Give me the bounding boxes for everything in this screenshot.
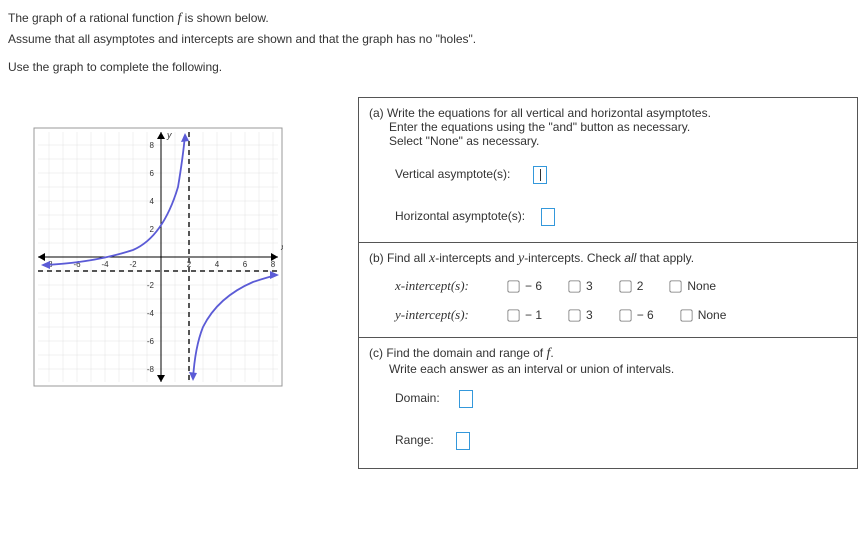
svg-text:6: 6 (243, 260, 248, 269)
y-opt-2-checkbox[interactable] (619, 309, 631, 321)
x-opt-2[interactable]: 2 (615, 277, 644, 296)
y-opt-2[interactable]: − 6 (615, 306, 654, 325)
function-graph: x y -8-6-4-2 2468 8642 -2-4-6-8 (33, 127, 283, 387)
svg-text:4: 4 (150, 197, 155, 206)
vertical-asymptote-label: Vertical asymptote(s): (395, 167, 510, 181)
x-opt-0[interactable]: − 6 (503, 277, 542, 296)
svg-text:6: 6 (150, 169, 155, 178)
graph-panel: x y -8-6-4-2 2468 8642 -2-4-6-8 (8, 97, 308, 387)
domain-label: Domain: (395, 391, 440, 405)
x-intercept-label: x-intercept(s): (395, 278, 503, 294)
domain-input[interactable] (459, 390, 473, 408)
part-a-sub1: Enter the equations using the "and" butt… (369, 120, 847, 134)
svg-text:x: x (280, 242, 283, 252)
y-intercept-row: y-intercept(s): − 1 3 − 6 None (369, 296, 847, 329)
intro-line1-pre: The graph of a rational function (8, 11, 177, 25)
part-c-heading: (c) Find the domain and range of f. (369, 346, 847, 362)
y-intercept-label: y-intercept(s): (395, 307, 503, 323)
intro-line2: Assume that all asymptotes and intercept… (8, 30, 858, 49)
svg-text:2: 2 (150, 225, 155, 234)
svg-text:-8: -8 (147, 365, 155, 374)
svg-text:-2: -2 (129, 260, 137, 269)
range-label: Range: (395, 433, 434, 447)
svg-text:-4: -4 (147, 309, 155, 318)
x-opt-1[interactable]: 3 (564, 277, 593, 296)
y-opt-3[interactable]: None (676, 306, 727, 325)
part-a-heading: (a) Write the equations for all vertical… (369, 106, 847, 120)
y-opt-1[interactable]: 3 (564, 306, 593, 325)
x-opt-0-checkbox[interactable] (507, 280, 519, 292)
svg-text:y: y (166, 130, 172, 140)
instructions: The graph of a rational function f is sh… (8, 8, 858, 77)
svg-text:-2: -2 (147, 281, 155, 290)
y-opt-0[interactable]: − 1 (503, 306, 542, 325)
part-c: (c) Find the domain and range of f. Writ… (359, 337, 857, 468)
x-opt-1-checkbox[interactable] (568, 280, 580, 292)
x-opt-3[interactable]: None (665, 277, 716, 296)
svg-text:8: 8 (271, 260, 276, 269)
range-input[interactable] (456, 432, 470, 450)
svg-text:-4: -4 (101, 260, 109, 269)
x-intercept-row: x-intercept(s): − 6 3 2 None (369, 267, 847, 296)
y-opt-1-checkbox[interactable] (568, 309, 580, 321)
part-a-sub2: Select "None" as necessary. (369, 134, 847, 148)
y-opt-0-checkbox[interactable] (507, 309, 519, 321)
horizontal-asymptote-label: Horizontal asymptote(s): (395, 209, 525, 223)
horizontal-asymptote-input[interactable] (541, 208, 555, 226)
question-box: (a) Write the equations for all vertical… (358, 97, 858, 469)
x-opt-3-checkbox[interactable] (670, 280, 682, 292)
part-b-heading: (b) Find all x-intercepts and y-intercep… (369, 251, 847, 267)
intro-line1: The graph of a rational function f is sh… (8, 8, 858, 30)
svg-text:-6: -6 (147, 337, 155, 346)
intro-line1-post: is shown below. (181, 11, 268, 25)
x-opt-2-checkbox[interactable] (619, 280, 631, 292)
svg-text:8: 8 (150, 141, 155, 150)
y-opt-3-checkbox[interactable] (680, 309, 692, 321)
svg-text:4: 4 (215, 260, 220, 269)
part-c-sub: Write each answer as an interval or unio… (369, 362, 847, 376)
part-a: (a) Write the equations for all vertical… (359, 98, 857, 242)
part-b: (b) Find all x-intercepts and y-intercep… (359, 242, 857, 337)
intro-line3: Use the graph to complete the following. (8, 58, 858, 77)
vertical-asymptote-input[interactable] (533, 166, 547, 184)
